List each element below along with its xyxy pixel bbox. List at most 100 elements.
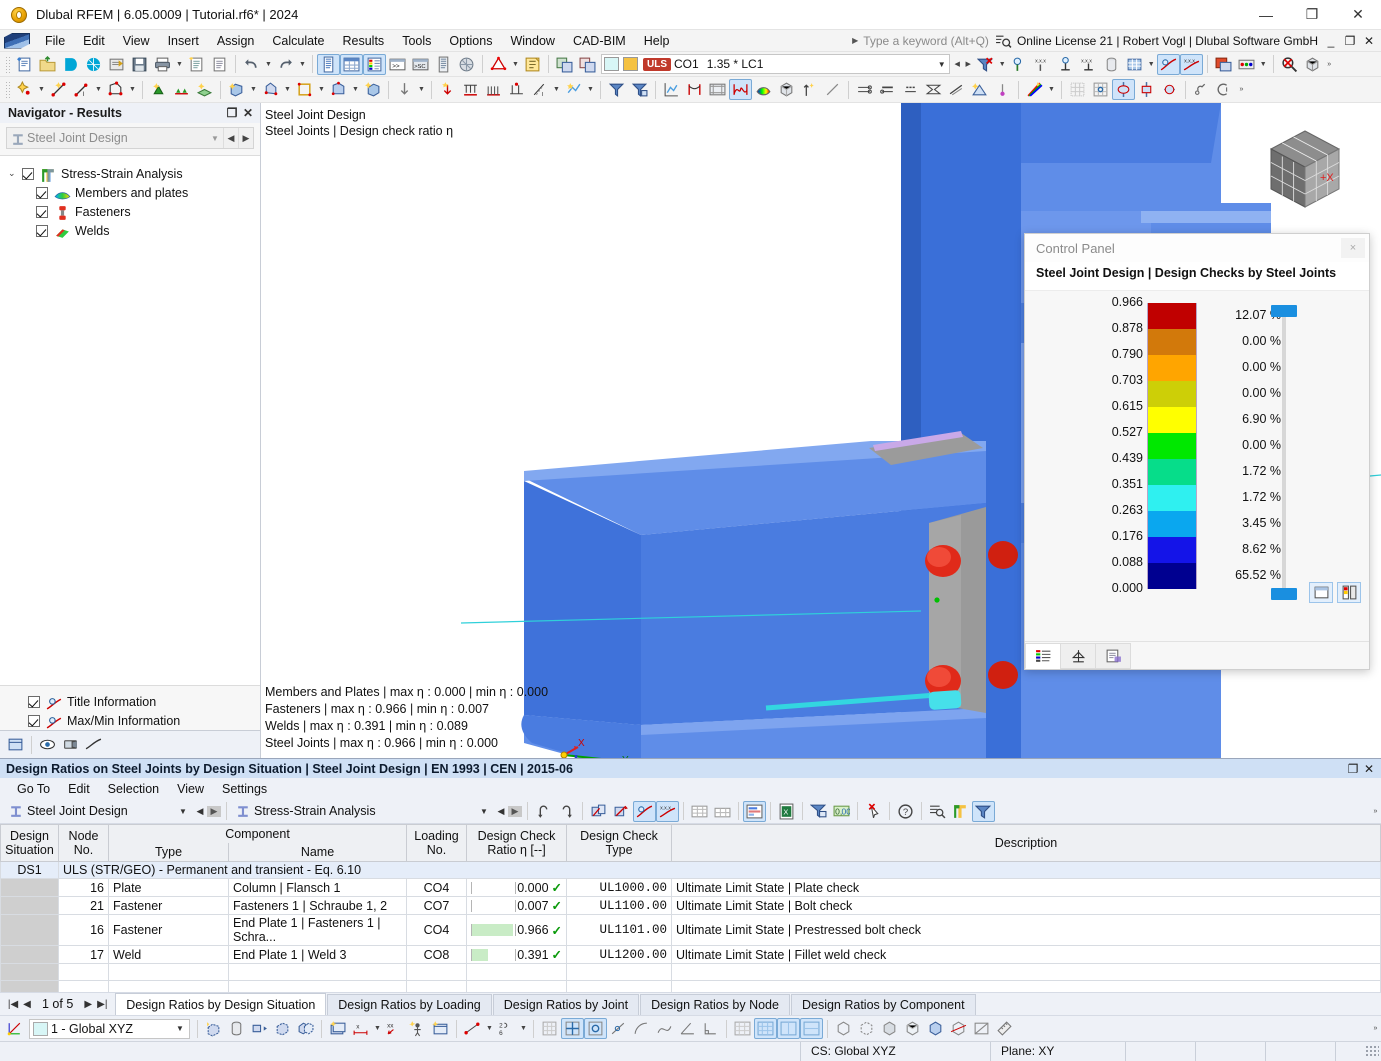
redo-dropdown-icon[interactable]: ▼ [297, 54, 308, 75]
menu-edit[interactable]: Edit [74, 31, 114, 51]
tab-design-ratios-by-joint[interactable]: Design Ratios by Joint [493, 994, 639, 1015]
tab-scale-factors[interactable] [1060, 643, 1096, 669]
bottom-toolbar-overflow-icon[interactable]: » [1370, 1018, 1381, 1039]
loadcase-prev-icon[interactable]: ◀ [952, 54, 963, 75]
result-beads-dropdown-icon[interactable]: ▼ [1258, 54, 1269, 75]
color-legend-dropdown-icon[interactable]: ▼ [1046, 79, 1057, 100]
jump-down-icon[interactable] [555, 801, 578, 822]
export-excel-icon[interactable]: X [775, 801, 798, 822]
col-component-name[interactable]: Name [229, 843, 407, 862]
transparent-icon[interactable] [901, 1018, 924, 1039]
close-button[interactable]: ✕ [1335, 0, 1381, 30]
chevron-down-icon[interactable]: ▼ [171, 1024, 189, 1033]
tree-item-members-and-plates[interactable]: Members and plates [0, 183, 260, 202]
import-icon[interactable] [105, 54, 128, 75]
new-frame-dropdown-icon[interactable]: ▼ [316, 79, 327, 100]
new-surface-icon[interactable] [104, 79, 127, 100]
legend-settings-icon[interactable] [1309, 582, 1333, 603]
results-analysis-select[interactable]: Stress-Strain Analysis ▼ ◀ ▶ [231, 801, 523, 822]
new-node-dropdown-icon[interactable]: ▼ [36, 79, 47, 100]
unlink-icon[interactable] [1213, 79, 1236, 100]
table-row-empty[interactable] [1, 964, 1381, 981]
table-chart-icon[interactable] [743, 801, 766, 822]
color-legend-icon[interactable] [1023, 79, 1046, 100]
clear-selection-icon[interactable] [862, 801, 885, 822]
legend-range-slider[interactable] [1271, 305, 1297, 601]
tab-design-ratios-by-component[interactable]: Design Ratios by Component [791, 994, 976, 1015]
redo-icon[interactable] [274, 54, 297, 75]
results-menu-edit[interactable]: Edit [59, 780, 99, 798]
hidden-line-icon[interactable] [855, 1018, 878, 1039]
load-icon[interactable] [393, 79, 416, 100]
globe-icon[interactable] [455, 54, 478, 75]
results-toolbar-overflow-icon[interactable]: » [1370, 801, 1381, 822]
jump-up-icon[interactable] [532, 801, 555, 822]
tree-checkbox[interactable] [22, 168, 34, 180]
mdi-close-button[interactable]: ✕ [1362, 34, 1376, 48]
copy-object-icon[interactable] [271, 1018, 294, 1039]
surface-support-icon[interactable] [193, 79, 216, 100]
search-icon[interactable] [995, 33, 1013, 49]
mdi-restore-button[interactable]: ❐ [1343, 34, 1357, 48]
imperfection-icon[interactable]: I [528, 79, 551, 100]
mesh-visible-icon[interactable] [1066, 79, 1089, 100]
solid-view-icon[interactable] [775, 79, 798, 100]
deselect-objects-icon[interactable] [576, 54, 599, 75]
osnap-dropdown-icon[interactable]: ▼ [484, 1018, 495, 1039]
tab-display-filter[interactable] [1095, 643, 1131, 669]
joint-section-icon[interactable] [1135, 79, 1158, 100]
results-menu-go-to[interactable]: Go To [8, 780, 59, 798]
animation-icon[interactable] [706, 79, 729, 100]
col-loading-no[interactable]: Loading No. [407, 825, 467, 862]
show-support-reactions-icon[interactable] [1008, 54, 1031, 75]
fe-mesh-icon[interactable] [1089, 79, 1112, 100]
view-cube[interactable]: +X [1257, 121, 1353, 217]
pager-next-button[interactable]: ▶ [81, 999, 95, 1010]
table-search-icon[interactable] [926, 801, 949, 822]
menu-cad-bim[interactable]: CAD-BIM [564, 31, 635, 51]
tab-design-ratios-by-node[interactable]: Design Ratios by Node [640, 994, 790, 1015]
clear-results-dropdown-icon[interactable]: ▼ [997, 54, 1008, 75]
filter-results-icon[interactable] [605, 79, 628, 100]
navigator-module-select[interactable]: Steel Joint Design ▼ ◀ ▶ [6, 127, 254, 149]
mdi-minimize-button[interactable]: _ [1324, 34, 1338, 48]
menu-insert[interactable]: Insert [159, 31, 208, 51]
results-analysis-next[interactable]: ▶ [508, 806, 522, 817]
dlubal-center-icon[interactable] [59, 54, 82, 75]
clear-results-icon[interactable] [974, 54, 997, 75]
col-description[interactable]: Description [672, 825, 1381, 862]
pager-last-button[interactable]: ▶| [95, 999, 109, 1010]
show-result-values-icon[interactable]: x.x.x [1180, 54, 1203, 75]
results-filter-icon[interactable] [972, 801, 995, 822]
menu-assign[interactable]: Assign [208, 31, 264, 51]
link-icon[interactable] [1190, 79, 1213, 100]
web-services-icon[interactable] [82, 54, 105, 75]
document-icon[interactable] [208, 54, 231, 75]
results-module-select[interactable]: Steel Joint Design ▼ ◀ ▶ [4, 801, 222, 822]
nodal-load-icon[interactable] [436, 79, 459, 100]
results-panel-restore-button[interactable]: ❐ [1345, 762, 1361, 776]
show-result-diagram-icon[interactable] [1157, 54, 1180, 75]
tables-icon[interactable] [340, 54, 363, 75]
menu-window[interactable]: Window [501, 31, 563, 51]
realistic-icon[interactable] [924, 1018, 947, 1039]
object-snap-icon[interactable] [584, 1018, 607, 1039]
table-row-empty[interactable] [1, 981, 1381, 993]
navigator-next-button[interactable]: ▶ [238, 128, 253, 148]
pin-result-icon[interactable] [991, 79, 1014, 100]
rotate-object-icon[interactable] [225, 1018, 248, 1039]
print-dropdown-icon[interactable]: ▼ [174, 54, 185, 75]
chevron-down-icon[interactable]: ▼ [173, 807, 193, 816]
tree-item-welds[interactable]: Welds [0, 221, 260, 240]
navigator-results-icon[interactable] [82, 734, 105, 755]
table-filter-icon[interactable] [807, 801, 830, 822]
save-icon[interactable] [128, 54, 151, 75]
line-support-icon[interactable] [170, 79, 193, 100]
table-import-icon[interactable] [610, 801, 633, 822]
control-panel-icon[interactable] [363, 54, 386, 75]
visibility-group-4-icon[interactable] [800, 1018, 823, 1039]
navigator-views-icon[interactable] [59, 734, 82, 755]
results-menu-selection[interactable]: Selection [99, 780, 168, 798]
loadcase-next-icon[interactable]: ▶ [963, 54, 974, 75]
pager-prev-button[interactable]: ◀ [20, 999, 34, 1010]
